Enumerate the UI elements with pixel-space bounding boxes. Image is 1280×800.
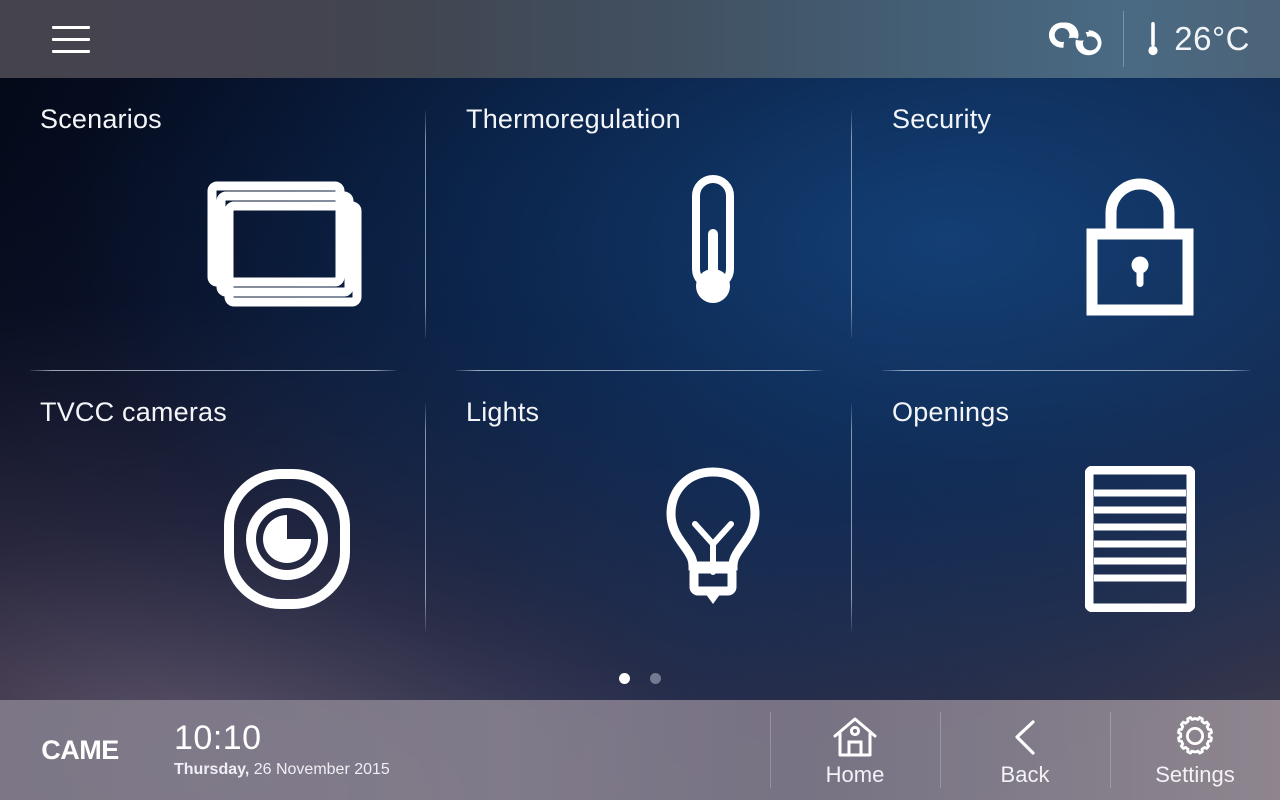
- tile-label: Lights: [466, 397, 540, 427]
- tile-icon-wrap: [0, 166, 426, 326]
- home-screen: 26°C Scenarios Thermoregulation Security…: [0, 0, 1280, 800]
- back-icon-wrap: [1007, 712, 1043, 758]
- home-icon-wrap: [832, 712, 878, 758]
- nav-button-back[interactable]: Back: [940, 700, 1110, 800]
- scenarios-stack-icon: [207, 181, 362, 307]
- tile-security[interactable]: Security: [852, 78, 1280, 371]
- tile-icon-wrap: [852, 459, 1280, 619]
- tile-icon-wrap: [426, 459, 852, 619]
- tile-label: Scenarios: [40, 104, 162, 134]
- tile-lights[interactable]: Lights: [426, 371, 852, 664]
- tile-scenarios[interactable]: Scenarios: [0, 78, 426, 371]
- clock-date: Thursday, 26 November 2015: [174, 761, 390, 779]
- pagination-dots: [0, 673, 1280, 684]
- tile-tvcc-cameras[interactable]: TVCC cameras: [0, 371, 426, 664]
- tile-thermoregulation[interactable]: Thermoregulation: [426, 78, 852, 371]
- nav-button-settings[interactable]: Settings: [1110, 700, 1280, 800]
- thermometer-icon: [692, 174, 734, 303]
- nav-buttons: Home Back Settings: [770, 700, 1280, 800]
- thermometer-icon: [1148, 22, 1158, 56]
- hamburger-line: [52, 37, 90, 41]
- blinds-shutter-icon: [1085, 466, 1195, 612]
- brand-logo: CAME: [41, 734, 119, 765]
- tile-label: Thermoregulation: [466, 104, 681, 134]
- padlock-icon: [1086, 178, 1194, 316]
- nav-label: Settings: [1155, 762, 1235, 787]
- home-icon: [833, 717, 877, 757]
- clock-weekday: Thursday,: [174, 760, 250, 778]
- tile-icon-wrap: [852, 166, 1280, 326]
- tile-label: TVCC cameras: [40, 397, 227, 427]
- tile-label: Openings: [892, 397, 1010, 427]
- hamburger-menu-icon[interactable]: [52, 25, 90, 53]
- tile-openings[interactable]: Openings: [852, 371, 1280, 664]
- lightbulb-icon: [666, 467, 760, 604]
- pagination-dot-2[interactable]: [650, 673, 661, 684]
- camera-lens-icon: [224, 469, 350, 609]
- clock-time: 10:10: [174, 719, 262, 758]
- hamburger-line: [52, 25, 90, 29]
- hamburger-line: [52, 49, 90, 53]
- tile-grid: Scenarios Thermoregulation Security TVCC…: [0, 78, 1280, 700]
- settings-icon-wrap: [1173, 712, 1217, 758]
- nav-label: Back: [1000, 762, 1050, 787]
- nav-label: Home: [825, 762, 885, 787]
- temperature-value: 26°C: [1174, 20, 1250, 57]
- tile-icon-wrap: [0, 459, 426, 619]
- bottom-bar: CAME 10:10 Thursday, 26 November 2015 Ho…: [0, 700, 1280, 800]
- top-bar-right: 26°C: [1031, 0, 1280, 78]
- temperature-indicator[interactable]: 26°C: [1124, 0, 1280, 78]
- tile-icon-wrap: [426, 166, 852, 326]
- nav-button-home[interactable]: Home: [770, 700, 940, 800]
- weather-status[interactable]: [1031, 0, 1123, 78]
- chevron-left-icon: [1015, 720, 1035, 755]
- tile-label: Security: [892, 104, 992, 134]
- clock-widget: 10:10 Thursday, 26 November 2015: [160, 700, 390, 800]
- cloudy-weather-icon: [1049, 22, 1102, 56]
- top-bar: 26°C: [0, 0, 1280, 78]
- clock-date-rest: 26 November 2015: [249, 760, 390, 778]
- pagination-dot-1[interactable]: [619, 673, 630, 684]
- gear-icon: [1177, 716, 1213, 755]
